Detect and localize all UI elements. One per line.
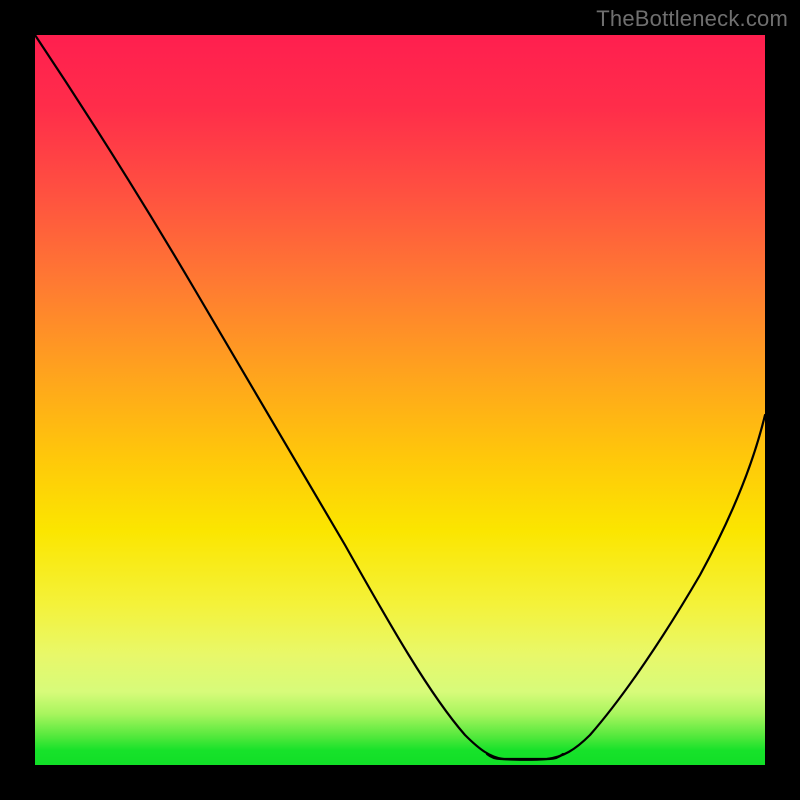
curve-valley-and-right (503, 415, 765, 760)
flat-minimum-marker (487, 754, 563, 759)
chart-frame: TheBottleneck.com (0, 0, 800, 800)
watermark-text: TheBottleneck.com (596, 6, 788, 32)
plot-area (35, 35, 765, 765)
curve-left-descent (35, 35, 503, 759)
bottleneck-curve (35, 35, 765, 765)
